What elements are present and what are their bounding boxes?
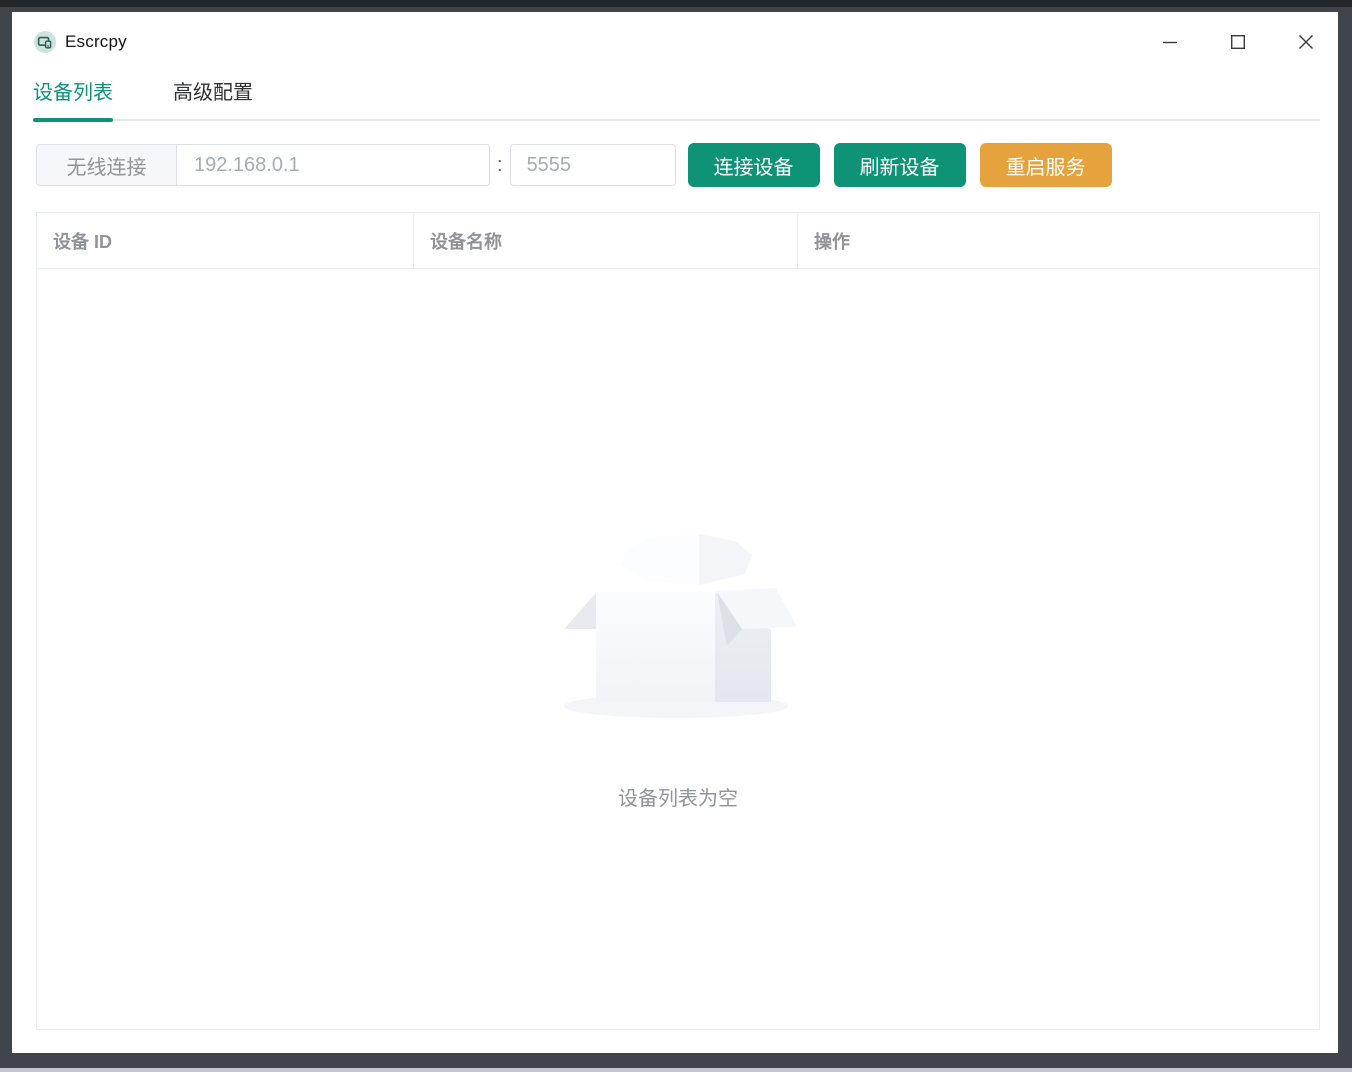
minimize-button[interactable] xyxy=(1146,25,1194,59)
tab-device-list[interactable]: 设备列表 xyxy=(33,66,113,122)
connection-toolbar: 无线连接 : 连接设备 刷新设备 重启服务 xyxy=(36,143,1320,187)
device-table-header: 设备 ID 设备名称 操作 xyxy=(37,213,1319,269)
port-input[interactable] xyxy=(510,144,676,186)
empty-state: 设备列表为空 xyxy=(557,488,799,811)
tab-advanced-config-label: 高级配置 xyxy=(173,82,253,104)
maximize-button[interactable] xyxy=(1214,25,1262,59)
app-window: Escrcpy xyxy=(12,12,1338,1053)
close-button[interactable] xyxy=(1282,25,1330,59)
column-header-device-id: 设备 ID xyxy=(37,213,414,268)
device-table: 设备 ID 设备名称 操作 xyxy=(36,212,1320,1030)
tab-advanced-config[interactable]: 高级配置 xyxy=(173,66,253,122)
screen-top-edge xyxy=(0,0,1352,7)
empty-description: 设备列表为空 xyxy=(618,782,738,811)
active-tab-underline xyxy=(33,118,113,122)
wireless-connect-label: 无线连接 xyxy=(37,145,177,185)
connect-device-button[interactable]: 连接设备 xyxy=(688,143,820,187)
close-icon xyxy=(1298,34,1314,50)
window-title: Escrcpy xyxy=(65,32,127,52)
host-input[interactable] xyxy=(177,145,489,185)
empty-box-illustration xyxy=(557,534,799,720)
maximize-icon xyxy=(1230,34,1246,50)
wireless-address-group: 无线连接 xyxy=(36,144,490,186)
escrcpy-logo-icon xyxy=(34,31,56,53)
refresh-device-button[interactable]: 刷新设备 xyxy=(834,143,966,187)
tab-device-list-label: 设备列表 xyxy=(33,82,113,104)
column-header-device-name: 设备名称 xyxy=(414,213,798,268)
tab-bar: 设备列表 高级配置 xyxy=(33,66,1320,122)
device-table-body: 设备列表为空 xyxy=(37,269,1319,1029)
window-controls xyxy=(1126,25,1330,59)
minimize-icon xyxy=(1162,34,1178,50)
host-port-separator: : xyxy=(497,154,503,177)
titlebar: Escrcpy xyxy=(12,12,1338,66)
screen-bottom-edge xyxy=(0,1068,1352,1072)
app-identity: Escrcpy xyxy=(34,31,127,53)
column-header-actions: 操作 xyxy=(798,213,1319,268)
restart-service-button[interactable]: 重启服务 xyxy=(980,143,1112,187)
